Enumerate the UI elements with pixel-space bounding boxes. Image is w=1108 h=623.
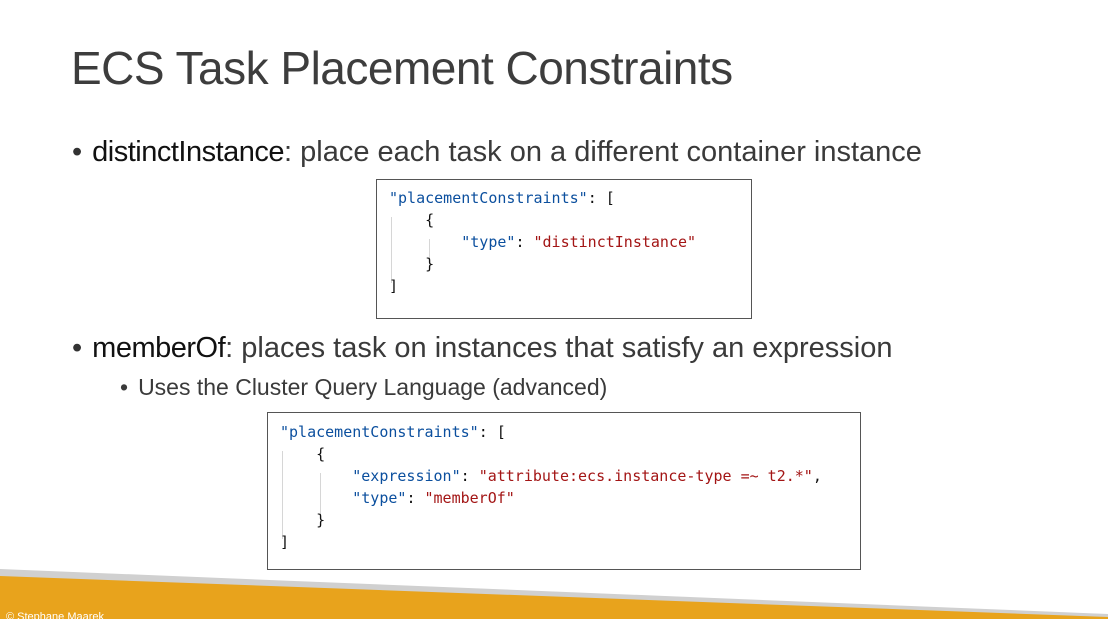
code-line: } [389,255,435,273]
code-line: "expression": "attribute:ecs.instance-ty… [352,467,822,485]
code-line: { [280,445,326,463]
sub-bullet-cluster-query-language: • Uses the Cluster Query Language (advanc… [120,372,607,402]
bullet-dot: • [72,136,83,168]
copyright-text: © Stephane Maarek [6,611,104,623]
sub-bullet-text: Uses the Cluster Query Language (advance… [138,374,608,400]
code-line: ] [389,277,399,295]
bullet-term: distinctInstance [92,136,285,168]
code-line: "type": "distinctInstance" [461,233,697,251]
code-line: "placementConstraints": [ [280,423,506,441]
code-block-member-of: "placementConstraints": [ { "expression"… [267,412,861,570]
code-line: "placementConstraints": [ [389,189,615,207]
code-line: } [280,511,326,529]
bullet-member-of: • memberOf: places task on instances that… [72,330,893,366]
bullet-dot: • [72,332,83,364]
bullet-dot: • [120,374,129,400]
footer-orange-stripe [0,576,1108,619]
slide-title: ECS Task Placement Constraints [71,42,733,94]
bullet-text: : place each task on a different contain… [284,136,922,168]
bullet-distinct-instance: • distinctInstance: place each task on a … [72,134,922,170]
code-line: ] [280,533,290,551]
bullet-text: : places task on instances that satisfy … [225,332,893,364]
footer-decoration [0,569,1108,619]
code-line: { [389,211,435,229]
bullet-term: memberOf [92,332,226,364]
code-line: "type": "memberOf" [352,489,515,507]
code-block-distinct-instance: "placementConstraints": [ { "type": "dis… [376,179,752,319]
